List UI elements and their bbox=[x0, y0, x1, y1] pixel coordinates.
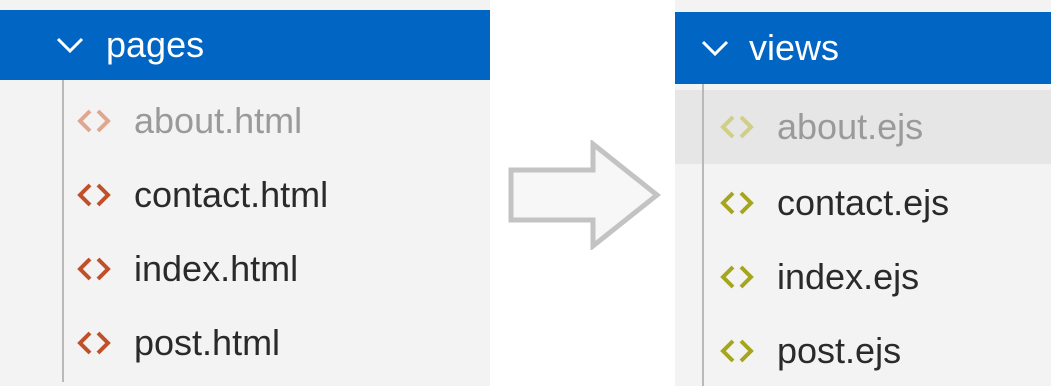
code-file-icon bbox=[720, 265, 754, 289]
code-file-icon bbox=[720, 191, 754, 215]
chevron-down-icon[interactable] bbox=[695, 28, 735, 68]
folder-label: views bbox=[749, 27, 840, 68]
explorer-panel-views: views about.ejs contact.ejs index.ejs po… bbox=[675, 0, 1051, 386]
file-item-about-ejs[interactable]: about.ejs bbox=[675, 90, 1051, 164]
file-item-index-html[interactable]: index.html bbox=[0, 232, 490, 306]
file-item-post-html[interactable]: post.html bbox=[0, 306, 490, 380]
indent-guide bbox=[702, 84, 704, 386]
chevron-down-icon[interactable] bbox=[50, 25, 90, 65]
folder-header-views[interactable]: views bbox=[675, 12, 1051, 84]
file-item-contact-ejs[interactable]: contact.ejs bbox=[675, 166, 1051, 240]
file-item-about-html[interactable]: about.html bbox=[0, 84, 490, 158]
file-name: index.ejs bbox=[777, 256, 920, 297]
file-name: post.html bbox=[134, 322, 281, 363]
explorer-panel-pages: pages about.html contact.html index.html… bbox=[0, 0, 490, 386]
code-file-icon bbox=[77, 257, 111, 281]
file-name: about.html bbox=[134, 100, 303, 141]
code-file-icon bbox=[720, 339, 754, 363]
code-file-icon bbox=[77, 109, 111, 133]
file-name: index.html bbox=[134, 248, 299, 289]
file-name: contact.ejs bbox=[777, 182, 950, 223]
file-item-index-ejs[interactable]: index.ejs bbox=[675, 240, 1051, 314]
file-item-contact-html[interactable]: contact.html bbox=[0, 158, 490, 232]
file-name: about.ejs bbox=[777, 106, 924, 147]
arrow-right-icon bbox=[508, 140, 662, 250]
code-file-icon bbox=[77, 183, 111, 207]
code-file-icon bbox=[720, 115, 754, 139]
file-item-post-ejs[interactable]: post.ejs bbox=[675, 314, 1051, 388]
code-file-icon bbox=[77, 331, 111, 355]
folder-header-pages[interactable]: pages bbox=[0, 10, 490, 80]
folder-label: pages bbox=[106, 24, 205, 65]
file-name: post.ejs bbox=[777, 330, 902, 371]
file-name: contact.html bbox=[134, 174, 329, 215]
